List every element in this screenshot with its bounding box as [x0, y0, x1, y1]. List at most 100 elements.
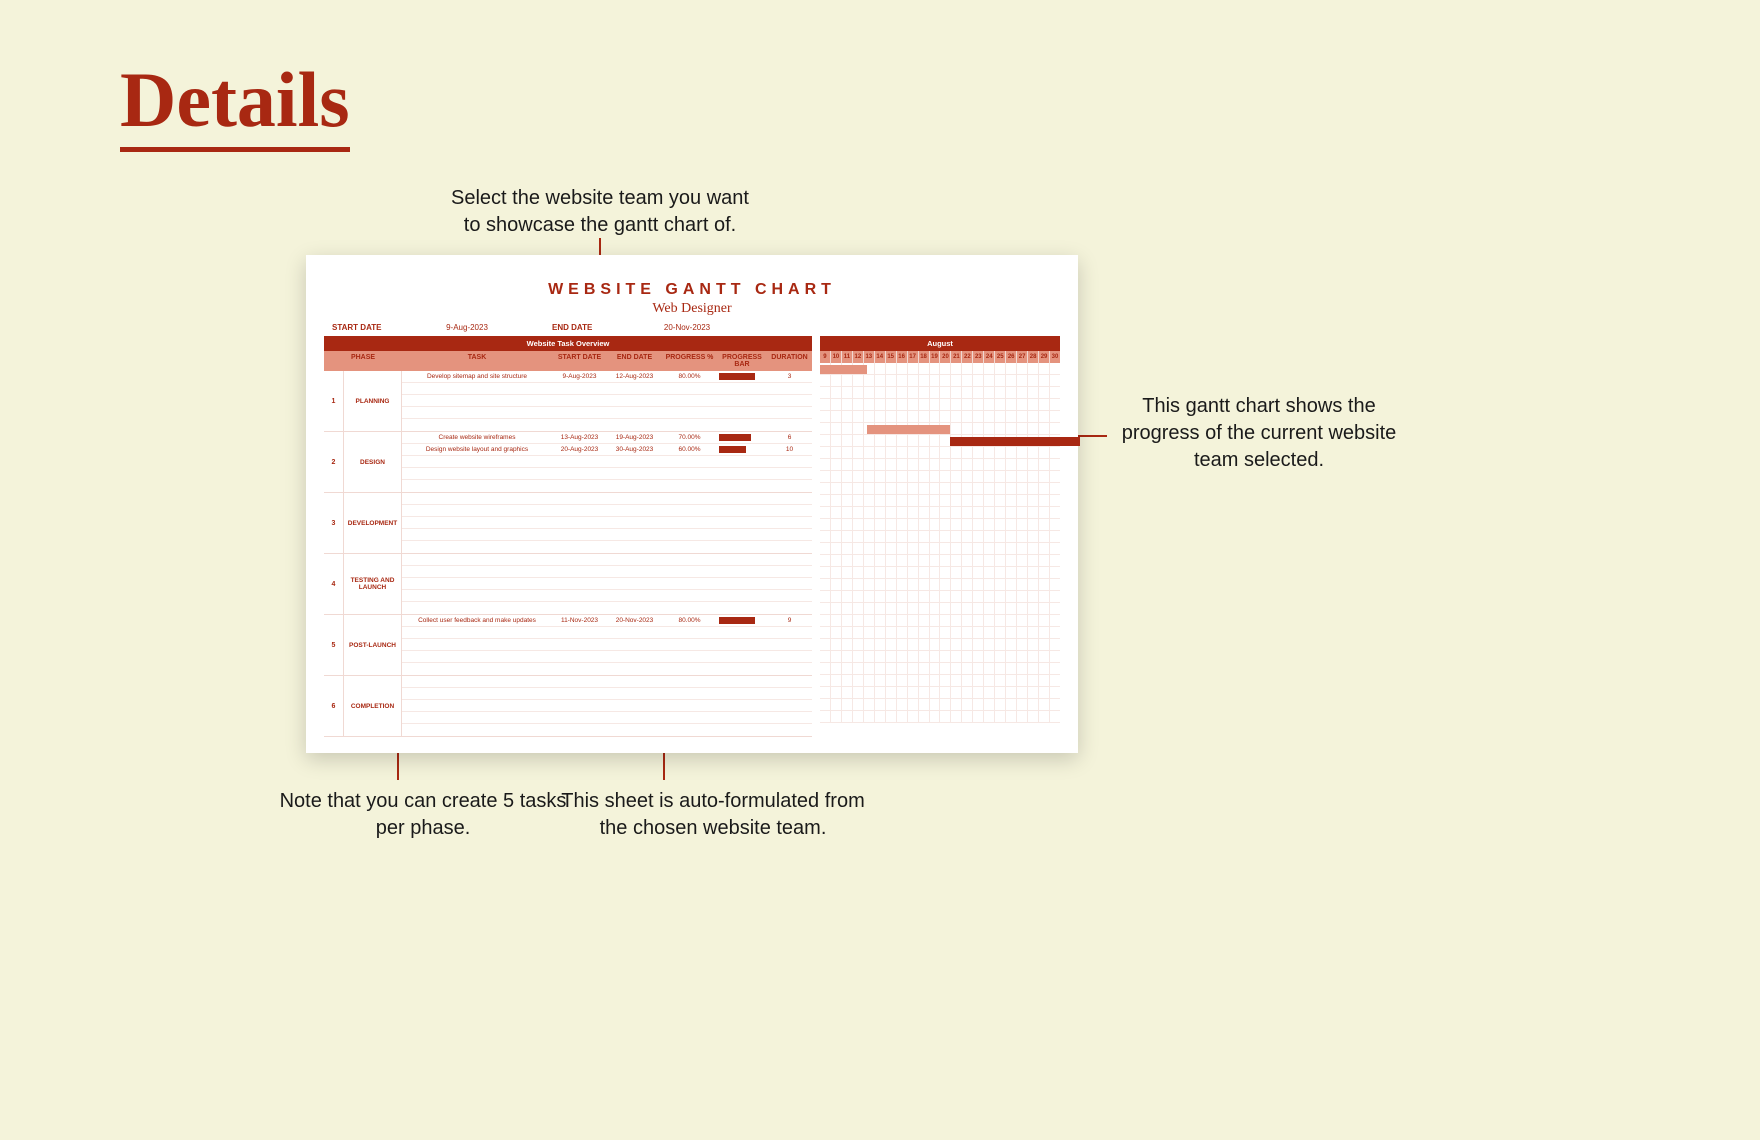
task-row[interactable] [402, 651, 812, 663]
calendar-day: 28 [1028, 351, 1039, 363]
task-row[interactable] [402, 419, 812, 431]
phase-number: 3 [324, 493, 344, 553]
phase-block: 2DESIGNCreate website wireframes13-Aug-2… [324, 432, 812, 493]
task-row[interactable] [402, 383, 812, 395]
calendar-row [820, 519, 1060, 531]
calendar-row [820, 627, 1060, 639]
task-row[interactable] [402, 566, 812, 578]
phase-number: 5 [324, 615, 344, 675]
task-row[interactable] [402, 541, 812, 553]
progress-bar-fill [719, 617, 755, 624]
phase-block: 5POST-LAUNCHCollect user feedback and ma… [324, 615, 812, 676]
calendar-day: 23 [973, 351, 984, 363]
overview-header: Website Task Overview [324, 336, 812, 351]
calendar-row [820, 675, 1060, 687]
calendar-row [820, 651, 1060, 663]
task-row[interactable] [402, 602, 812, 614]
calendar-row [820, 579, 1060, 591]
calendar-row [820, 447, 1060, 459]
calendar-day: 12 [853, 351, 864, 363]
task-row[interactable] [402, 554, 812, 566]
task-row[interactable] [402, 627, 812, 639]
calendar-row [820, 399, 1060, 411]
task-row[interactable] [402, 590, 812, 602]
annotation-bottom-left: Note that you can create 5 tasks per pha… [278, 788, 568, 842]
task-row[interactable] [402, 395, 812, 407]
gantt-bar [950, 437, 1080, 446]
task-row[interactable]: Create website wireframes13-Aug-202319-A… [402, 432, 812, 444]
task-overview-block: Website Task Overview PHASE TASK START D… [324, 336, 812, 737]
phase-name: PLANNING [344, 371, 401, 431]
calendar-row [820, 459, 1060, 471]
calendar-day: 16 [897, 351, 908, 363]
calendar-day: 24 [984, 351, 995, 363]
chart-title: WEBSITE GANTT CHART [324, 281, 1060, 299]
calendar-day: 9 [820, 351, 831, 363]
phase-name: POST-LAUNCH [344, 615, 401, 675]
calendar-row [820, 603, 1060, 615]
task-row[interactable] [402, 407, 812, 419]
progress-bar-fill [719, 434, 751, 441]
phase-name: TESTING AND LAUNCH [344, 554, 401, 614]
task-row[interactable]: Design website layout and graphics20-Aug… [402, 444, 812, 456]
phase-block: 4TESTING AND LAUNCH [324, 554, 812, 615]
calendar-day: 22 [962, 351, 973, 363]
task-row[interactable] [402, 480, 812, 492]
calendar-day: 11 [842, 351, 853, 363]
col-duration: DURATION [767, 351, 812, 371]
col-start: START DATE [552, 351, 607, 371]
end-date-value: 20-Nov-2023 [632, 323, 742, 332]
calendar-day: 15 [886, 351, 897, 363]
task-row[interactable] [402, 639, 812, 651]
phase-name: DEVELOPMENT [344, 493, 401, 553]
annotation-right: This gantt chart shows the progress of t… [1114, 393, 1404, 474]
calendar-day: 14 [875, 351, 886, 363]
progress-bar-fill [719, 446, 746, 453]
calendar-block: August 910111213141516171819202122232425… [820, 336, 1060, 737]
col-progress-bar: PROGRESS BAR [717, 351, 767, 371]
column-headers: PHASE TASK START DATE END DATE PROGRESS … [324, 351, 812, 371]
calendar-day: 29 [1039, 351, 1050, 363]
task-row[interactable] [402, 724, 812, 736]
col-task: TASK [402, 351, 552, 371]
col-end: END DATE [607, 351, 662, 371]
col-phase: PHASE [324, 351, 402, 371]
task-row[interactable] [402, 529, 812, 541]
calendar-row [820, 639, 1060, 651]
meta-row: START DATE 9-Aug-2023 END DATE 20-Nov-20… [324, 323, 1060, 336]
task-row[interactable] [402, 663, 812, 675]
chart-subtitle[interactable]: Web Designer [324, 301, 1060, 317]
phase-block: 6COMPLETION [324, 676, 812, 737]
gantt-bar [867, 425, 950, 434]
calendar-row [820, 687, 1060, 699]
calendar-grid [820, 363, 1060, 723]
task-row[interactable] [402, 700, 812, 712]
annotation-bottom-right: This sheet is auto-formulated from the c… [558, 788, 868, 842]
phase-name: COMPLETION [344, 676, 401, 736]
task-row[interactable] [402, 676, 812, 688]
calendar-row [820, 591, 1060, 603]
calendar-day: 17 [908, 351, 919, 363]
calendar-row [820, 507, 1060, 519]
task-row[interactable]: Develop sitemap and site structure9-Aug-… [402, 371, 812, 383]
calendar-day: 13 [864, 351, 875, 363]
calendar-row [820, 663, 1060, 675]
task-row[interactable]: Collect user feedback and make updates11… [402, 615, 812, 627]
task-row[interactable] [402, 468, 812, 480]
calendar-row [820, 567, 1060, 579]
task-row[interactable] [402, 505, 812, 517]
calendar-row [820, 699, 1060, 711]
calendar-row [820, 531, 1060, 543]
task-row[interactable] [402, 456, 812, 468]
phase-name: DESIGN [344, 432, 401, 492]
task-row[interactable] [402, 688, 812, 700]
task-row[interactable] [402, 493, 812, 505]
end-date-label: END DATE [552, 323, 632, 332]
calendar-day: 21 [951, 351, 962, 363]
calendar-day: 18 [919, 351, 930, 363]
task-row[interactable] [402, 517, 812, 529]
task-row[interactable] [402, 712, 812, 724]
calendar-day-header: 9101112131415161718192021222324252627282… [820, 351, 1060, 363]
task-row[interactable] [402, 578, 812, 590]
calendar-day: 25 [995, 351, 1006, 363]
